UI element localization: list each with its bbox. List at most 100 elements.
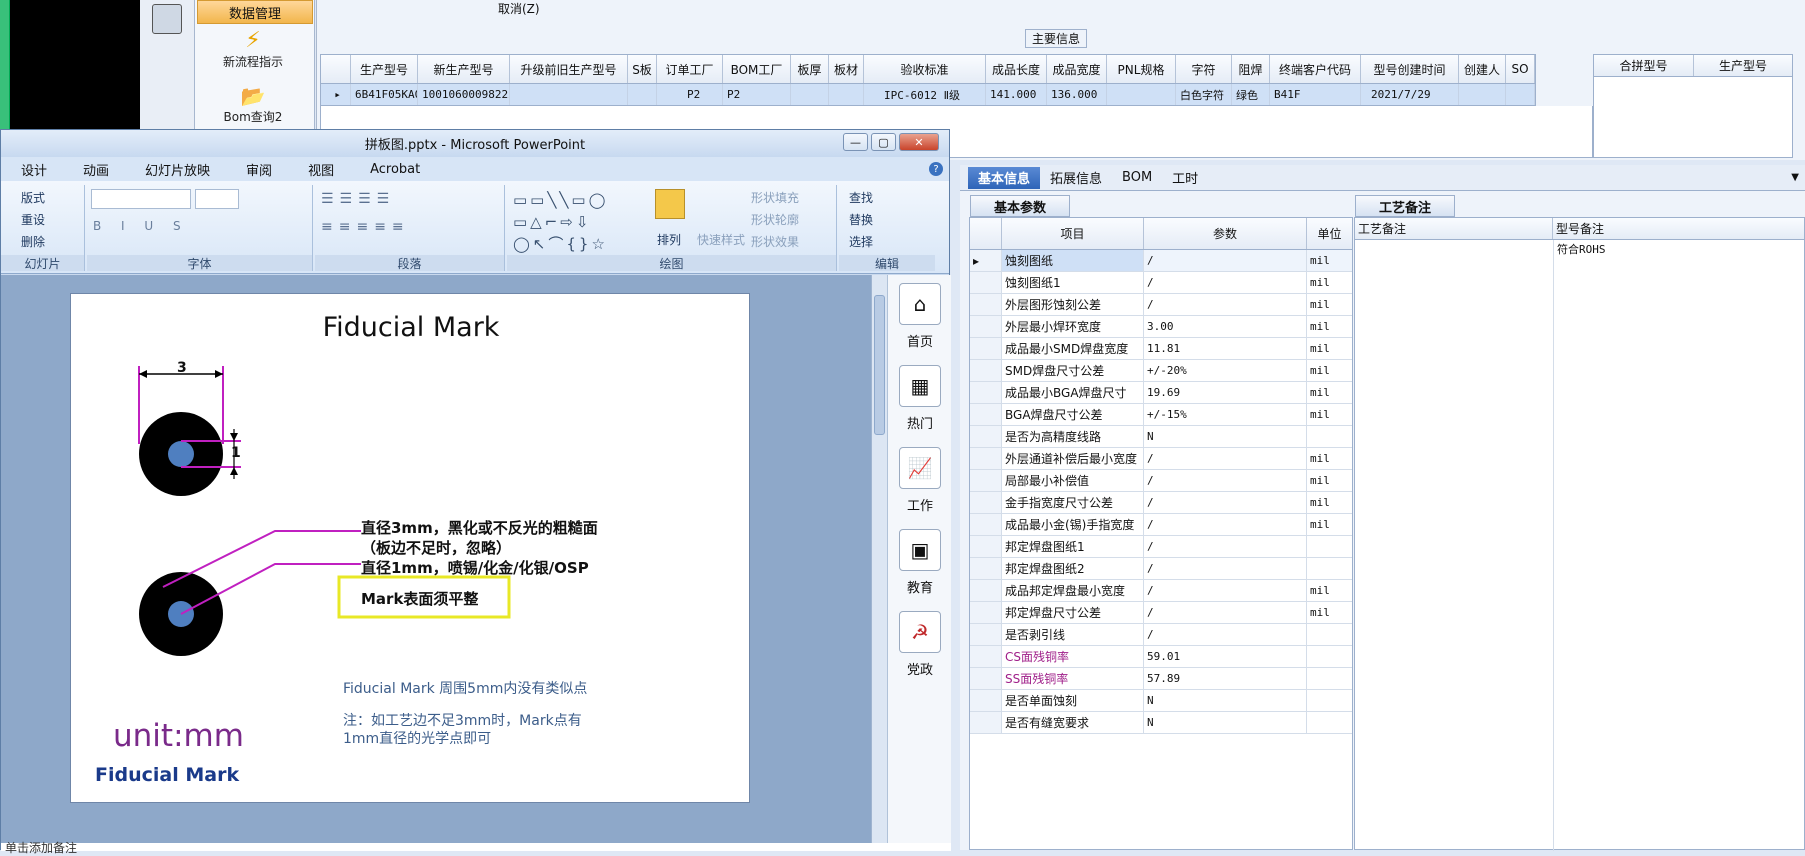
param-value-cell[interactable]: N [1144, 426, 1307, 447]
table-cell[interactable]: 绿色 [1232, 84, 1270, 105]
table-cell[interactable]: 141.000 [986, 84, 1047, 105]
column-header[interactable]: 生产型号 [351, 55, 418, 83]
table-row[interactable]: 成品最小金(锡)手指宽度 / mil [970, 514, 1352, 536]
table-cell[interactable]: B41F [1270, 84, 1361, 105]
param-value-cell[interactable]: / [1144, 492, 1307, 513]
row-selector[interactable] [970, 536, 1002, 557]
nav-item-new-flow[interactable]: ⚡ 新流程指示 [195, 28, 311, 70]
font-name-select[interactable] [91, 189, 191, 209]
nav-item-bom-query[interactable]: 📂 Bom查询2 [195, 84, 311, 125]
replace-button[interactable]: 替换 [849, 211, 873, 228]
row-selector[interactable] [970, 360, 1002, 381]
param-name-cell[interactable]: SMD焊盘尺寸公差 [1002, 360, 1144, 381]
table-cell[interactable] [510, 84, 628, 105]
param-name-cell[interactable]: 外层最小焊环宽度 [1002, 316, 1144, 337]
param-value-cell[interactable]: N [1144, 712, 1307, 733]
boxed-note[interactable]: Mark表面须平整 [361, 588, 478, 609]
param-value-cell[interactable]: / [1144, 580, 1307, 601]
side-item-hot[interactable]: ▦ 热门 [894, 365, 946, 432]
table-row[interactable]: 是否单面蚀刻 N [970, 690, 1352, 712]
select-button[interactable]: 选择 [849, 233, 873, 250]
table-row[interactable]: 是否剥引线 / [970, 624, 1352, 646]
row-selector[interactable] [970, 316, 1002, 337]
row-selector[interactable] [970, 668, 1002, 689]
param-name-cell[interactable]: 成品最小BGA焊盘尺寸 [1002, 382, 1144, 403]
param-name-cell[interactable]: 是否有缝宽要求 [1002, 712, 1144, 733]
table-cell[interactable] [791, 84, 829, 105]
slide[interactable]: Fiducial Mark 3 1 直径3mm，黑化或不反光的粗糙面 （板边不足… [70, 293, 750, 803]
row-selector[interactable] [970, 448, 1002, 469]
table-row[interactable]: ▸ 6B41F05KA0 10010600098222 P2 P2 IPC-60… [320, 84, 1536, 106]
column-header[interactable]: 创建人 [1459, 55, 1506, 83]
column-header[interactable]: 验收标准 [864, 55, 986, 83]
table-cell[interactable]: 6B41F05KA0 [351, 84, 418, 105]
tab-review[interactable]: 审阅 [246, 160, 272, 179]
tab-hours[interactable]: 工时 [1162, 167, 1208, 189]
maximize-button[interactable]: ▢ [871, 133, 896, 151]
column-header[interactable]: 生产型号 [1694, 55, 1792, 76]
unit-label[interactable]: unit:mm [113, 718, 244, 754]
column-header[interactable]: 成品宽度 [1047, 55, 1107, 83]
column-header[interactable]: 板材 [829, 55, 864, 83]
param-name-cell[interactable]: SS面残铜率 [1002, 668, 1144, 689]
row-selector[interactable] [970, 404, 1002, 425]
delete-button[interactable]: 删除 [21, 233, 45, 250]
column-header[interactable]: 工艺备注 [1355, 218, 1553, 239]
remark-line[interactable]: 注：如工艺边不足3mm时，Mark点有 [343, 710, 582, 730]
tab-slideshow[interactable]: 幻灯片放映 [145, 160, 210, 179]
table-row[interactable]: ▸ 蚀刻图纸 / mil [970, 250, 1352, 272]
param-name-cell[interactable]: 是否剥引线 [1002, 624, 1144, 645]
row-selector[interactable] [970, 646, 1002, 667]
param-value-cell[interactable]: / [1144, 470, 1307, 491]
param-name-cell[interactable]: 局部最小补偿值 [1002, 470, 1144, 491]
column-header[interactable]: 板厚 [791, 55, 829, 83]
table-row[interactable]: 外层图形蚀刻公差 / mil [970, 294, 1352, 316]
table-cell[interactable] [829, 84, 864, 105]
param-value-cell[interactable]: / [1144, 624, 1307, 645]
tab-basic-params[interactable]: 基本参数 [970, 195, 1070, 217]
table-row[interactable]: 是否为高精度线路 N [970, 426, 1352, 448]
note-line[interactable]: 直径1mm，喷锡/化金/化银/OSP [361, 557, 589, 578]
column-header[interactable]: 型号备注 [1553, 218, 1803, 239]
table-row[interactable]: CS面残铜率 59.01 [970, 646, 1352, 668]
param-value-cell[interactable]: 59.01 [1144, 646, 1307, 667]
param-value-cell[interactable]: N [1144, 690, 1307, 711]
param-name-cell[interactable]: 成品最小金(锡)手指宽度 [1002, 514, 1144, 535]
param-name-cell[interactable]: 成品最小SMD焊盘宽度 [1002, 338, 1144, 359]
tab-view[interactable]: 视图 [308, 160, 334, 179]
param-name-cell[interactable]: 成品邦定焊盘最小宽度 [1002, 580, 1144, 601]
param-value-cell[interactable]: 3.00 [1144, 316, 1307, 337]
row-selector[interactable] [970, 492, 1002, 513]
scroll-thumb[interactable] [874, 295, 885, 435]
column-header[interactable]: 订单工厂 [657, 55, 723, 83]
help-icon[interactable]: ? [929, 162, 943, 176]
row-selector[interactable] [970, 514, 1002, 535]
param-name-cell[interactable]: 邦定焊盘尺寸公差 [1002, 602, 1144, 623]
row-selector[interactable] [970, 272, 1002, 293]
row-selector[interactable] [970, 382, 1002, 403]
param-value-cell[interactable]: +/-20% [1144, 360, 1307, 381]
column-header[interactable]: 参数 [1144, 218, 1307, 249]
table-row[interactable]: 外层最小焊环宽度 3.00 mil [970, 316, 1352, 338]
param-value-cell[interactable]: / [1144, 294, 1307, 315]
quick-styles-button[interactable]: 快速样式 [697, 231, 745, 248]
param-name-cell[interactable]: 外层通道补偿后最小宽度 [1002, 448, 1144, 469]
param-name-cell[interactable]: BGA焊盘尺寸公差 [1002, 404, 1144, 425]
param-value-cell[interactable]: 57.89 [1144, 668, 1307, 689]
column-header[interactable]: 合拼型号 [1594, 55, 1694, 76]
table-cell[interactable] [1107, 84, 1176, 105]
list-buttons[interactable]: ☰☰☰☰ [321, 191, 395, 207]
param-value-cell[interactable]: / [1144, 448, 1307, 469]
tab-craft-remarks[interactable]: 工艺备注 [1355, 195, 1455, 217]
row-selector[interactable] [970, 690, 1002, 711]
shape-gallery[interactable]: ▭▭╲╲▭◯ ▭△⌐⇨⇩ ◯↖⌒{}☆ [513, 189, 638, 255]
table-row[interactable]: BGA焊盘尺寸公差 +/-15% mil [970, 404, 1352, 426]
tab-design[interactable]: 设计 [21, 160, 47, 179]
table-cell[interactable]: 白色字符 [1176, 84, 1232, 105]
find-button[interactable]: 查找 [849, 189, 873, 206]
table-cell[interactable] [628, 84, 657, 105]
column-header[interactable]: 型号创建时间 [1361, 55, 1459, 83]
column-header[interactable]: 成品长度 [986, 55, 1047, 83]
row-selector[interactable] [970, 602, 1002, 623]
side-item-party[interactable]: ☭ 党政 [894, 611, 946, 678]
